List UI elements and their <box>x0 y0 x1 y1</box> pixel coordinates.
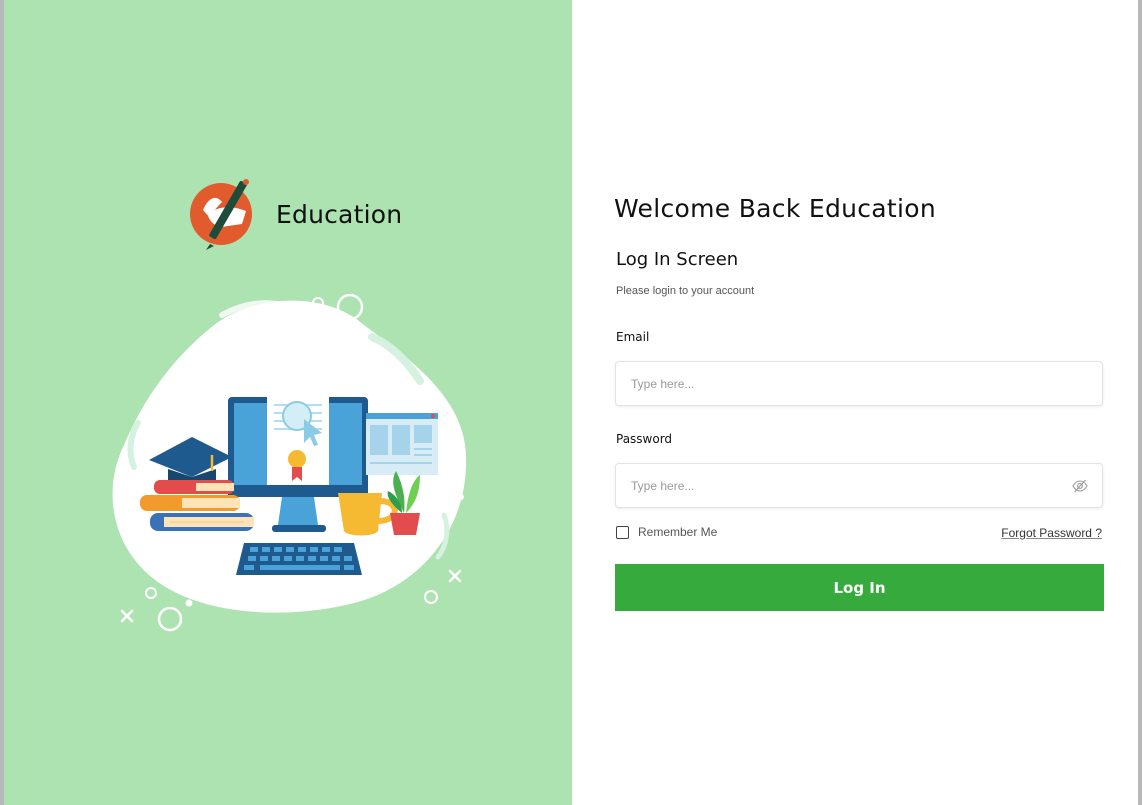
welcome-heading: Welcome Back Education <box>614 194 937 223</box>
login-subtitle: Log In Screen <box>616 249 739 270</box>
window-edge <box>1138 0 1140 805</box>
brand-name: Education <box>276 199 403 229</box>
login-panel: Welcome Back Education Log In Screen Ple… <box>572 0 1140 805</box>
log-in-button[interactable]: Log In <box>615 564 1104 611</box>
remember-me-label: Remember Me <box>638 525 718 539</box>
eye-off-icon[interactable] <box>1072 478 1088 494</box>
login-hint: Please login to your account <box>616 285 755 297</box>
email-field[interactable] <box>631 362 1061 405</box>
email-label: Email <box>616 330 650 344</box>
email-field-box <box>615 361 1103 406</box>
password-field[interactable] <box>631 464 1061 507</box>
password-field-box <box>615 463 1103 508</box>
login-page: Education Welcome Back Education Log In … <box>4 0 1140 805</box>
education-illustration <box>112 293 467 632</box>
pencil-hand-logo-icon <box>190 179 252 250</box>
brand-panel: Education <box>4 0 572 805</box>
forgot-password-link[interactable]: Forgot Password ? <box>1001 526 1102 540</box>
brand: Education <box>188 176 402 252</box>
remember-me-toggle[interactable]: Remember Me <box>616 525 717 539</box>
remember-me-checkbox[interactable] <box>616 525 629 539</box>
password-label: Password <box>616 432 673 446</box>
